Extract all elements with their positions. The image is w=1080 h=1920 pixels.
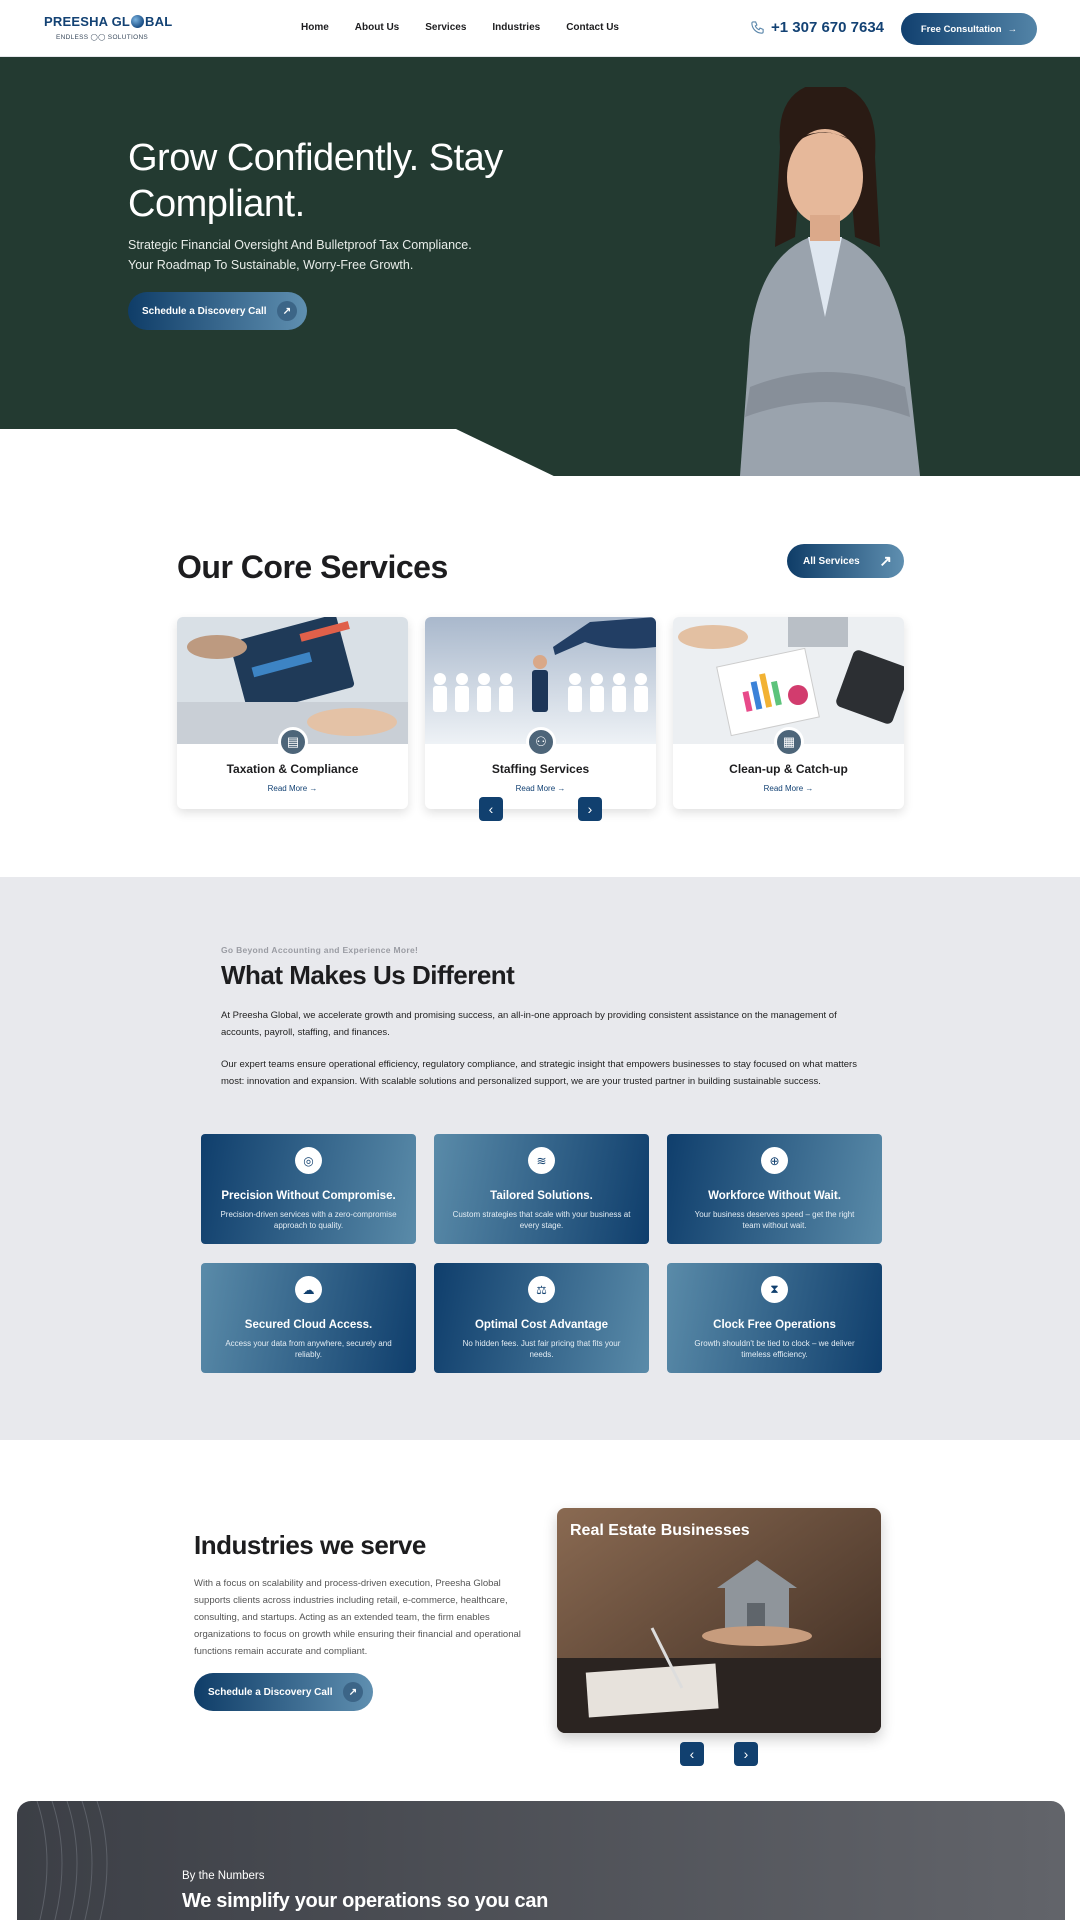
schedule-discovery-call-button[interactable]: Schedule a Discovery Call ↗ [194, 1673, 373, 1711]
arrow-right-icon: → [1007, 23, 1018, 35]
logo-wordmark: PREESHA GL BAL [44, 14, 173, 29]
cloud-icon: ☁ [295, 1276, 322, 1303]
industries-title: Industries we serve [194, 1530, 426, 1560]
card-title: Taxation & Compliance [226, 762, 359, 776]
scale-icon: ⚖ [528, 1276, 555, 1303]
schedule-discovery-call-label: Schedule a Discovery Call [142, 305, 267, 317]
read-more-link[interactable]: Read More → [177, 784, 408, 793]
globe-icon [131, 15, 145, 28]
different-title: What Makes Us Different [221, 960, 515, 990]
hero-title: Grow Confidently. Stay Compliant. [128, 137, 503, 225]
phone-icon [751, 21, 764, 34]
feature-card: ⚖ Optimal Cost Advantage No hidden fees.… [434, 1263, 649, 1373]
feature-desc: Precision-driven services with a zero-co… [220, 1210, 397, 1230]
schedule-discovery-call-button[interactable]: Schedule a Discovery Call ↗ [128, 292, 307, 330]
main-nav: Home About Us Services Industries Contac… [301, 22, 645, 33]
service-card-taxation[interactable]: ▤ Taxation & Compliance Read More → [177, 617, 408, 809]
taxation-image [177, 617, 408, 744]
hero-section: Grow Confidently. Stay Compliant. Strate… [0, 57, 1080, 476]
feature-card: ⧗ Clock Free Operations Growth shouldn't… [667, 1263, 882, 1373]
arrow-up-right-icon: ↗ [343, 1682, 363, 1702]
feature-title: Workforce Without Wait. [708, 1190, 841, 1202]
feature-desc: Growth shouldn't be tied to clock – we d… [694, 1339, 855, 1359]
chart-icon: ▦ [774, 727, 804, 757]
all-services-button[interactable]: All Services ↗ [787, 544, 904, 578]
hero-bottom-cut [0, 429, 560, 476]
feature-title: Optimal Cost Advantage [474, 1319, 609, 1331]
card-title: Clean-up & Catch-up [729, 762, 848, 776]
services-prev-button[interactable]: ‹ [479, 797, 503, 821]
free-consultation-label: Free Consultation [920, 23, 1002, 35]
schedule-discovery-call-label: Schedule a Discovery Call [208, 1686, 333, 1698]
logo-tagline: ENDLESS ◯◯ SOLUTIONS [56, 34, 149, 41]
hero-subtitle: Strategic Financial Oversight And Bullet… [128, 235, 528, 275]
feature-title: Secured Cloud Access. [244, 1319, 373, 1331]
target-icon: ◎ [295, 1147, 322, 1174]
different-paragraph: At Preesha Global, we accelerate growth … [221, 1010, 837, 1038]
phone-number: +1 307 670 7634 [771, 19, 885, 36]
document-icon: ▤ [278, 727, 308, 757]
chevron-right-icon: › [743, 1746, 749, 1762]
real-estate-image [557, 1508, 881, 1733]
globe-icon: ⊕ [761, 1147, 788, 1174]
read-more-link[interactable]: Read More → [425, 784, 656, 793]
staffing-image [425, 617, 656, 744]
nav-industries[interactable]: Industries [492, 22, 540, 33]
feature-title: Clock Free Operations [713, 1319, 836, 1331]
layers-icon: ≋ [528, 1147, 555, 1174]
card-title: Staffing Services [491, 762, 590, 776]
arrow-up-right-icon: ↗ [879, 553, 892, 570]
arrow-up-right-icon: ↗ [277, 301, 297, 321]
nav-contact-us[interactable]: Contact Us [566, 22, 619, 33]
cleanup-image [673, 617, 904, 744]
hero-subtitle-line: Your Roadmap To Sustainable, Worry-Free … [128, 258, 414, 272]
industry-slide: Real Estate Businesses [557, 1508, 881, 1733]
nav-about-us[interactable]: About Us [355, 22, 399, 33]
feature-title: Tailored Solutions. [490, 1190, 593, 1202]
phone-link[interactable]: +1 307 670 7634 [750, 19, 884, 36]
chevron-right-icon: › [587, 801, 593, 817]
hourglass-icon: ⧗ [761, 1276, 788, 1303]
read-more-link[interactable]: Read More → [673, 784, 904, 793]
services-title: Our Core Services [177, 549, 448, 585]
logo[interactable]: PREESHA GL BAL ENDLESS ◯◯ SOLUTIONS [44, 14, 172, 44]
nav-services[interactable]: Services [425, 22, 466, 33]
industries-prev-button[interactable]: ‹ [680, 1742, 704, 1766]
numbers-section: By the Numbers We simplify your operatio… [17, 1801, 1065, 1920]
services-next-button[interactable]: › [578, 797, 602, 821]
numbers-title: We simplify your operations so you can [182, 1890, 549, 1912]
feature-card: ⊕ Workforce Without Wait. Your business … [667, 1134, 882, 1244]
feature-desc: Access your data from anywhere, securely… [225, 1339, 392, 1359]
different-section: Go Beyond Accounting and Experience More… [0, 877, 1080, 1440]
team-icon: ⚇ [526, 727, 556, 757]
feature-card: ≋ Tailored Solutions. Custom strategies … [434, 1134, 649, 1244]
service-card-cleanup[interactable]: ▦ Clean-up & Catch-up Read More → [673, 617, 904, 809]
free-consultation-button[interactable]: Free Consultation → [901, 13, 1037, 45]
hero-woman-image [740, 87, 920, 476]
decorative-lines [36, 1801, 108, 1920]
all-services-label: All Services [803, 555, 860, 567]
different-paragraph: Our expert teams ensure operational effi… [221, 1059, 857, 1087]
numbers-eyebrow: By the Numbers [182, 1870, 265, 1882]
feature-title: Precision Without Compromise. [221, 1190, 396, 1202]
feature-desc: No hidden fees. Just fair pricing that f… [462, 1339, 621, 1359]
different-eyebrow: Go Beyond Accounting and Experience More… [221, 945, 419, 955]
industries-text: With a focus on scalability and process-… [194, 1578, 521, 1657]
industries-next-button[interactable]: › [734, 1742, 758, 1766]
feature-desc: Custom strategies that scale with your b… [452, 1210, 631, 1230]
nav-home[interactable]: Home [301, 22, 329, 33]
chevron-left-icon: ‹ [488, 801, 494, 817]
feature-desc: Your business deserves speed – get the r… [694, 1210, 855, 1230]
slide-label: Real Estate Businesses [570, 1522, 750, 1539]
hero-subtitle-line: Strategic Financial Oversight And Bullet… [128, 238, 472, 252]
feature-card: ☁ Secured Cloud Access. Access your data… [201, 1263, 416, 1373]
feature-card: ◎ Precision Without Compromise. Precisio… [201, 1134, 416, 1244]
chevron-left-icon: ‹ [689, 1746, 695, 1762]
site-header: PREESHA GL BAL ENDLESS ◯◯ SOLUTIONS Home … [0, 0, 1080, 57]
service-card-staffing[interactable]: ⚇ Staffing Services Read More → [425, 617, 656, 809]
